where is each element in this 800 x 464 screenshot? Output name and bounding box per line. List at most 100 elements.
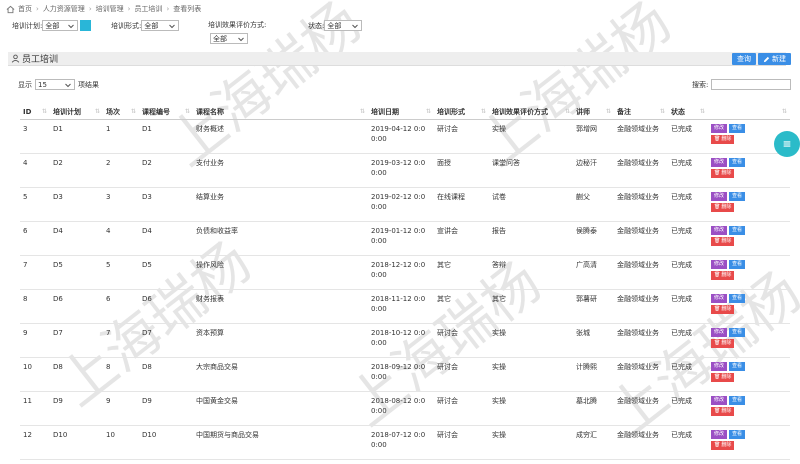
trash-icon: 🗑 [714, 340, 721, 346]
edit-button[interactable]: 修改 [711, 157, 728, 167]
view-button[interactable]: 查看 [729, 191, 746, 201]
cell-id: 12 [20, 425, 50, 460]
delete-button[interactable]: 🗑 删除 [711, 168, 735, 178]
query-button[interactable]: 查询 [732, 53, 756, 65]
edit-button[interactable]: 修改 [711, 327, 728, 337]
delete-button[interactable]: 🗑 删除 [711, 372, 735, 382]
cell-session: 7 [103, 323, 139, 358]
delete-button[interactable]: 🗑 删除 [711, 338, 735, 348]
home-icon[interactable] [6, 5, 15, 14]
view-button[interactable]: 查看 [729, 327, 746, 337]
delete-button[interactable]: 🗑 删除 [711, 202, 735, 212]
view-button[interactable]: 查看 [729, 395, 746, 405]
trash-icon: 🗑 [714, 442, 721, 448]
table-row: 5 D3 3 D3 结算业务 2019-02-12 0:00:00 在线课程 试卷 蒯父 金融领域… [20, 187, 790, 222]
cell-eval: 其它 [489, 289, 573, 324]
cell-eval: 实操 [489, 323, 573, 358]
view-button[interactable]: 查看 [729, 123, 746, 133]
breadcrumb-current: 查看列表 [173, 5, 202, 13]
delete-button[interactable]: 🗑 删除 [711, 440, 735, 450]
cell-eval: 实操 [489, 425, 573, 460]
cell-eval: 试卷 [489, 187, 573, 222]
cell-status: 已完成 [668, 119, 708, 154]
filter-eval-select[interactable]: 全部 [210, 33, 248, 44]
column-header-2[interactable]: 场次 ⇅ [103, 105, 139, 120]
cell-form: 研讨会 [434, 357, 489, 392]
cell-session: 11 [103, 459, 139, 464]
chevron-down-icon [238, 37, 244, 41]
delete-button[interactable]: 🗑 删除 [711, 134, 735, 144]
edit-button[interactable]: 修改 [711, 293, 728, 303]
breadcrumb-training[interactable]: 培训管理 [96, 4, 124, 14]
edit-button[interactable]: 修改 [711, 259, 728, 269]
table-row: 12 D10 10 D10 中国期货与商品交易 2018-07-12 0:00:00 研讨会… [20, 425, 790, 460]
delete-button[interactable]: 🗑 删除 [711, 406, 735, 416]
edit-button[interactable]: 修改 [711, 395, 728, 405]
search-input[interactable] [711, 79, 792, 90]
view-button[interactable]: 查看 [729, 429, 746, 439]
search-label: 搜索: [692, 80, 709, 89]
table-row: 6 D4 4 D4 负债和收益率 2019-01-12 0:00:00 宣讲会 报告 侯腾泰 金融… [20, 221, 790, 256]
breadcrumb-employee-training[interactable]: 员工培训 [134, 4, 162, 14]
cell-note: 金融领域业务 [614, 119, 668, 154]
cell-date: 2018-10-12 0:00:00 [368, 323, 434, 358]
view-button[interactable]: 查看 [729, 293, 746, 303]
cell-date: 2019-03-12 0:00:00 [368, 153, 434, 188]
sort-icon: ⇅ [480, 108, 486, 115]
column-header-9[interactable]: 备注 ⇅ [614, 105, 668, 120]
cell-name: 操作风险 [193, 255, 368, 290]
column-header-10[interactable]: 状态 ⇅ [668, 105, 708, 120]
breadcrumb-home[interactable]: 首页 [18, 4, 32, 14]
filter-plan-picker-button[interactable] [80, 20, 92, 31]
cell-code: D6 [139, 289, 193, 324]
cell-lecturer: 边秘汗 [573, 153, 614, 188]
column-header-8[interactable]: 讲师 ⇅ [573, 105, 614, 120]
view-button[interactable]: 查看 [729, 157, 746, 167]
cell-name: 机会成本 [193, 459, 368, 464]
view-button[interactable]: 查看 [729, 259, 746, 269]
cell-plan: D7 [50, 323, 103, 358]
page-size-select[interactable]: 15 [35, 79, 75, 90]
cell-name: 中国期货与商品交易 [193, 425, 368, 460]
cell-name: 结算业务 [193, 187, 368, 222]
cell-eval: 实操 [489, 391, 573, 426]
cell-actions: 修改 查看 🗑 删除 [708, 391, 790, 426]
floating-menu-button[interactable] [774, 131, 800, 157]
edit-button[interactable]: 修改 [711, 361, 728, 371]
cell-session: 5 [103, 255, 139, 290]
breadcrumb-hr[interactable]: 人力资源管理 [43, 4, 85, 14]
column-header-11[interactable]: ⇅ [708, 105, 790, 120]
filter-status-select[interactable]: 全部 [324, 20, 363, 31]
delete-button[interactable]: 🗑 删除 [711, 270, 735, 280]
filter-form-select[interactable]: 全部 [141, 20, 180, 31]
cell-actions: 修改 查看 🗑 删除 [708, 425, 790, 460]
column-header-6[interactable]: 培训形式 ⇅ [434, 105, 489, 120]
column-header-0[interactable]: ID ⇅ [20, 105, 50, 120]
menu-icon [783, 141, 791, 147]
column-header-3[interactable]: 课程编号 ⇅ [139, 105, 193, 120]
sort-icon: ⇅ [359, 108, 365, 115]
cell-session: 9 [103, 391, 139, 426]
column-header-5[interactable]: 培训日期 ⇅ [368, 105, 434, 120]
cell-status: 已完成 [668, 459, 708, 464]
trash-icon: 🗑 [714, 170, 721, 176]
new-button[interactable]: 新建 [758, 53, 791, 65]
filter-plan-label: 培训计划: [12, 21, 43, 30]
chevron-down-icon [65, 83, 71, 87]
cell-id: 13 [20, 459, 50, 464]
delete-button[interactable]: 🗑 删除 [711, 304, 735, 314]
cell-actions: 修改 查看 🗑 删除 [708, 221, 790, 256]
table-row: 13E111E1机会成本2018-06-12研讨会实操滕寒寒经济学已完成修改查看 [20, 459, 790, 464]
column-header-4[interactable]: 课程名称 ⇅ [193, 105, 368, 120]
edit-button[interactable]: 修改 [711, 429, 728, 439]
edit-button[interactable]: 修改 [711, 123, 728, 133]
column-header-1[interactable]: 培训计划 ⇅ [50, 105, 103, 120]
filter-plan-select[interactable]: 全部 [42, 20, 79, 31]
delete-button[interactable]: 🗑 删除 [711, 236, 735, 246]
cell-code: D1 [139, 119, 193, 154]
view-button[interactable]: 查看 [729, 225, 746, 235]
edit-button[interactable]: 修改 [711, 191, 728, 201]
edit-button[interactable]: 修改 [711, 225, 728, 235]
column-header-7[interactable]: 培训效果评价方式 ⇅ [489, 105, 573, 120]
view-button[interactable]: 查看 [729, 361, 746, 371]
